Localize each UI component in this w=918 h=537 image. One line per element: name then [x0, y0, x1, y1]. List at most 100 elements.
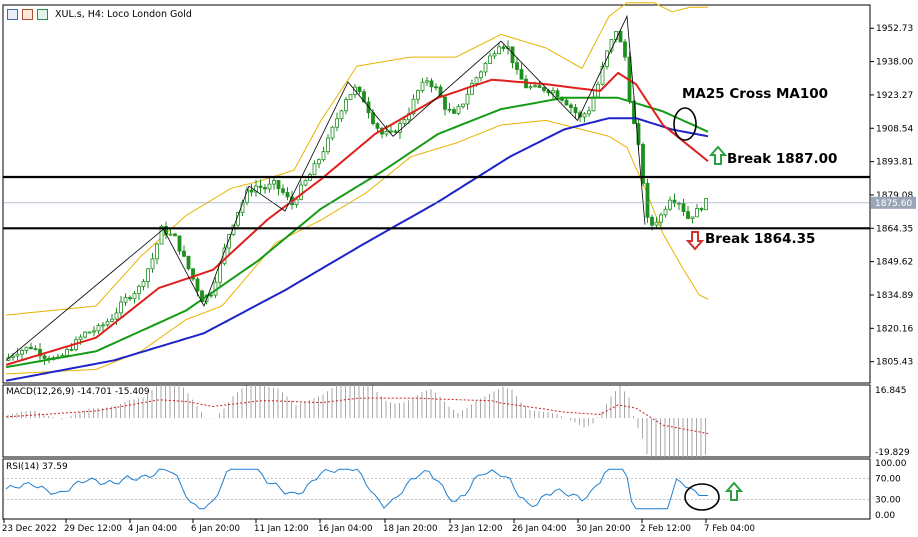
candle-body — [537, 85, 542, 88]
candle-body — [146, 268, 150, 282]
candle-body — [155, 243, 159, 260]
candle-body — [335, 118, 339, 128]
candle-body — [677, 202, 681, 205]
candle-body — [704, 198, 708, 211]
candle-body — [488, 55, 492, 64]
candle-body — [15, 353, 20, 357]
candle-body — [452, 109, 456, 114]
candle-body — [582, 113, 587, 118]
rsi-marker — [684, 483, 720, 511]
candle-body — [83, 331, 87, 338]
candle-body — [114, 312, 119, 320]
break-up-arrow-icon — [708, 145, 728, 165]
candle-body — [348, 94, 353, 100]
candle-body — [645, 182, 650, 218]
candle-body — [312, 163, 317, 175]
time-tick-label: 30 Jan 20:00 — [576, 524, 630, 534]
candle-body — [686, 211, 690, 219]
candle-body — [92, 330, 96, 333]
time-tick-label: 16 Jan 04:00 — [318, 524, 372, 534]
break-up-annotation: Break 1887.00 — [727, 151, 838, 167]
candle-body — [384, 130, 389, 135]
candle-body — [285, 192, 290, 198]
candle-body — [119, 301, 123, 314]
time-tick-label: 23 Dec 2022 — [2, 524, 57, 534]
candle-body — [461, 103, 465, 107]
candle-body — [141, 281, 146, 287]
candle-body — [389, 130, 393, 133]
candle-body — [357, 86, 362, 93]
candle-body — [623, 41, 627, 58]
candle-body — [344, 99, 348, 112]
candle-body — [659, 214, 663, 223]
time-tick-label: 7 Feb 04:00 — [704, 524, 755, 534]
candle-body — [528, 86, 533, 89]
candle-body — [339, 110, 344, 120]
candle-body — [101, 324, 105, 327]
rsi-line — [5, 468, 708, 510]
candle-body — [33, 348, 38, 350]
candle-body — [375, 123, 380, 129]
candle-body — [393, 130, 398, 133]
candle-body — [402, 119, 407, 124]
candle-body — [173, 233, 177, 237]
candle-body — [434, 86, 438, 89]
candle-body — [690, 216, 695, 219]
candle-body — [96, 325, 101, 332]
candle-body — [24, 346, 29, 351]
ma-cross-annotation: MA25 Cross MA100 — [682, 86, 829, 102]
candle-body — [267, 183, 272, 190]
candle-body — [519, 69, 524, 80]
candle-body — [416, 90, 420, 100]
candle-body — [177, 235, 182, 252]
candle-body — [425, 80, 429, 83]
candle-body — [42, 355, 47, 359]
candle-body — [614, 30, 618, 40]
candle-body — [533, 85, 537, 88]
candle-body — [492, 53, 497, 57]
candle-body — [699, 208, 704, 211]
candle-body — [510, 46, 515, 64]
rsi-tick-label: 0.00 — [875, 511, 895, 521]
candle-body — [591, 96, 596, 112]
candle-body — [587, 110, 591, 115]
candle-body — [564, 99, 569, 106]
candle-body — [542, 87, 546, 91]
price-tick-label: 1923.27 — [876, 91, 913, 101]
candle-body — [132, 293, 137, 300]
candle-body — [371, 112, 375, 125]
candle-body — [551, 90, 555, 94]
candle-body — [465, 93, 470, 105]
price-tick-label: 1938.00 — [876, 58, 913, 68]
price-tick-label: 1834.89 — [876, 291, 913, 301]
price-tick-label: 1908.54 — [876, 124, 913, 134]
candle-body — [69, 349, 74, 351]
time-tick-label: 11 Jan 12:00 — [254, 524, 308, 534]
macd-tick-label: 16.845 — [875, 386, 907, 396]
candle-body — [78, 336, 83, 341]
macd-tick-label: -19.829 — [875, 448, 910, 458]
candle-body — [263, 187, 267, 190]
candle-body — [299, 184, 303, 200]
break-down-annotation: Break 1864.35 — [705, 231, 816, 247]
candle-body — [249, 189, 254, 193]
candle-body — [497, 46, 501, 55]
candle-body — [569, 104, 573, 108]
rsi-tick-label: 70.00 — [875, 475, 901, 485]
zigzag-line — [5, 14, 646, 361]
main-panel-frame — [2, 4, 871, 384]
candle-body — [447, 108, 452, 111]
candle-body — [663, 208, 668, 216]
time-tick-label: 2 Feb 12:00 — [640, 524, 691, 534]
price-tick-label: 1893.81 — [876, 158, 913, 168]
candle-body — [515, 62, 519, 70]
candle-body — [483, 62, 488, 73]
candle-body — [11, 355, 15, 358]
candle-body — [474, 77, 479, 84]
candle-body — [276, 180, 281, 190]
chart-stage: XUL.s, H4: Loco London Gold 1952.73 1938.… — [0, 0, 918, 537]
rsi-label: RSI(14) 37.59 — [6, 462, 68, 472]
candle-body — [326, 137, 330, 153]
candle-body — [105, 321, 110, 326]
candle-body — [137, 285, 141, 295]
